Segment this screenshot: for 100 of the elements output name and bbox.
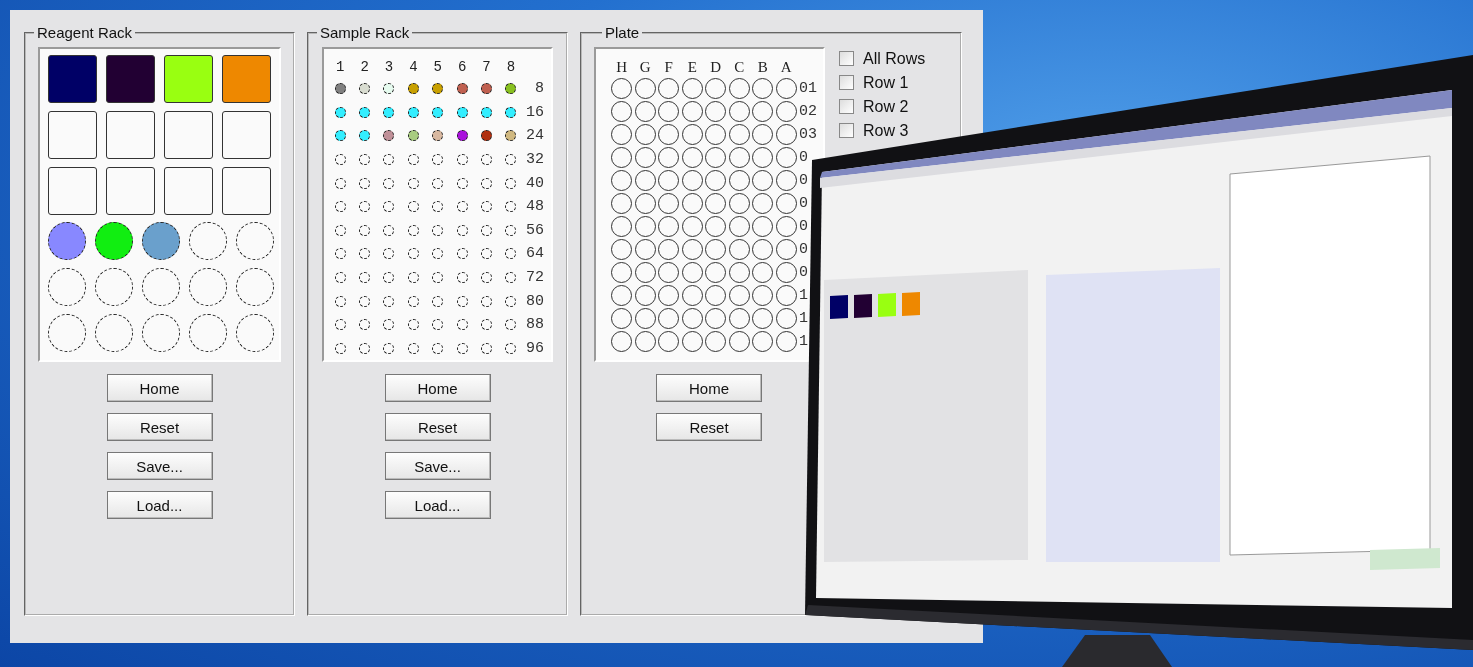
sample-well[interactable] (481, 248, 493, 260)
sample-well[interactable] (481, 130, 493, 142)
reagent-tube[interactable] (142, 222, 180, 260)
plate-well[interactable] (611, 147, 633, 168)
reagent-bottle[interactable] (164, 111, 213, 159)
sample-well[interactable] (432, 83, 444, 95)
sample-well[interactable] (456, 224, 468, 236)
plate-well[interactable] (728, 78, 750, 99)
checkbox[interactable] (839, 75, 854, 90)
sample-well[interactable] (432, 177, 444, 189)
plate-well[interactable] (775, 308, 797, 329)
rack-button[interactable]: Save... (384, 452, 491, 480)
sample-well[interactable] (407, 248, 419, 260)
sample-well[interactable] (407, 295, 419, 307)
sample-well[interactable] (481, 295, 493, 307)
sample-well[interactable] (432, 272, 444, 284)
rack-button[interactable]: Home (384, 374, 491, 402)
plate-well[interactable] (634, 101, 656, 122)
plate-well[interactable] (752, 147, 774, 168)
sample-well[interactable] (456, 295, 468, 307)
plate-well[interactable] (705, 262, 727, 283)
plate-well[interactable] (611, 193, 633, 214)
plate-well[interactable] (752, 170, 774, 191)
reagent-bottle[interactable] (48, 111, 97, 159)
plate-well[interactable] (681, 124, 703, 145)
reagent-tube[interactable] (236, 222, 274, 260)
sample-well[interactable] (334, 106, 346, 118)
sample-well[interactable] (505, 106, 517, 118)
plate-well[interactable] (681, 147, 703, 168)
sample-well[interactable] (456, 177, 468, 189)
plate-well[interactable] (775, 101, 797, 122)
sample-well[interactable] (456, 248, 468, 260)
checkbox-label[interactable]: Row 1 (863, 73, 909, 92)
plate-well[interactable] (705, 239, 727, 260)
plate-well[interactable] (611, 101, 633, 122)
sample-well[interactable] (432, 154, 444, 166)
plate-well[interactable] (775, 170, 797, 191)
reagent-bottle[interactable] (106, 111, 155, 159)
sample-well[interactable] (481, 83, 493, 95)
checkbox[interactable] (839, 123, 854, 138)
plate-well[interactable] (752, 331, 774, 352)
sample-well[interactable] (359, 319, 371, 331)
plate-well[interactable] (658, 101, 680, 122)
sample-well[interactable] (456, 154, 468, 166)
sample-well[interactable] (505, 224, 517, 236)
sample-well[interactable] (505, 272, 517, 284)
sample-well[interactable] (334, 272, 346, 284)
sample-well[interactable] (334, 319, 346, 331)
plate-well[interactable] (681, 101, 703, 122)
sample-well[interactable] (334, 224, 346, 236)
plate-well[interactable] (681, 170, 703, 191)
sample-well[interactable] (383, 106, 395, 118)
plate-well[interactable] (775, 78, 797, 99)
sample-well[interactable] (334, 201, 346, 213)
plate-well[interactable] (705, 331, 727, 352)
plate-well[interactable] (634, 78, 656, 99)
sample-well[interactable] (334, 248, 346, 260)
sample-well[interactable] (407, 272, 419, 284)
plate-well[interactable] (611, 285, 633, 306)
plate-well[interactable] (658, 331, 680, 352)
reagent-tube[interactable] (189, 268, 227, 306)
sample-well[interactable] (407, 154, 419, 166)
reagent-tube[interactable] (95, 222, 133, 260)
plate-well[interactable] (658, 262, 680, 283)
plate-well[interactable] (705, 124, 727, 145)
plate-well[interactable] (728, 285, 750, 306)
sample-well[interactable] (456, 130, 468, 142)
sample-well[interactable] (383, 342, 395, 354)
plate-well[interactable] (775, 216, 797, 237)
plate-well[interactable] (681, 331, 703, 352)
plate-well[interactable] (705, 147, 727, 168)
sample-well[interactable] (505, 342, 517, 354)
rack-button[interactable]: Load... (384, 491, 491, 519)
sample-well[interactable] (432, 248, 444, 260)
sample-well[interactable] (505, 319, 517, 331)
sample-well[interactable] (407, 83, 419, 95)
reagent-bottle[interactable] (164, 167, 213, 215)
plate-well[interactable] (658, 170, 680, 191)
plate-well[interactable] (752, 239, 774, 260)
sample-well[interactable] (383, 130, 395, 142)
plate-well[interactable] (752, 193, 774, 214)
checkbox-label[interactable]: All Rows (863, 49, 926, 68)
plate-well[interactable] (705, 285, 727, 306)
sample-well[interactable] (383, 319, 395, 331)
reagent-tube[interactable] (48, 268, 86, 306)
sample-well[interactable] (383, 295, 395, 307)
sample-well[interactable] (456, 106, 468, 118)
sample-well[interactable] (432, 224, 444, 236)
plate-well[interactable] (681, 262, 703, 283)
plate-well[interactable] (634, 239, 656, 260)
reagent-tube[interactable] (95, 268, 133, 306)
reagent-tube[interactable] (189, 314, 227, 352)
sample-well[interactable] (432, 342, 444, 354)
sample-well[interactable] (383, 201, 395, 213)
sample-well[interactable] (334, 130, 346, 142)
plate-well[interactable] (634, 285, 656, 306)
plate-well[interactable] (634, 170, 656, 191)
checkbox[interactable] (839, 51, 854, 66)
sample-well[interactable] (334, 177, 346, 189)
plate-well[interactable] (728, 101, 750, 122)
